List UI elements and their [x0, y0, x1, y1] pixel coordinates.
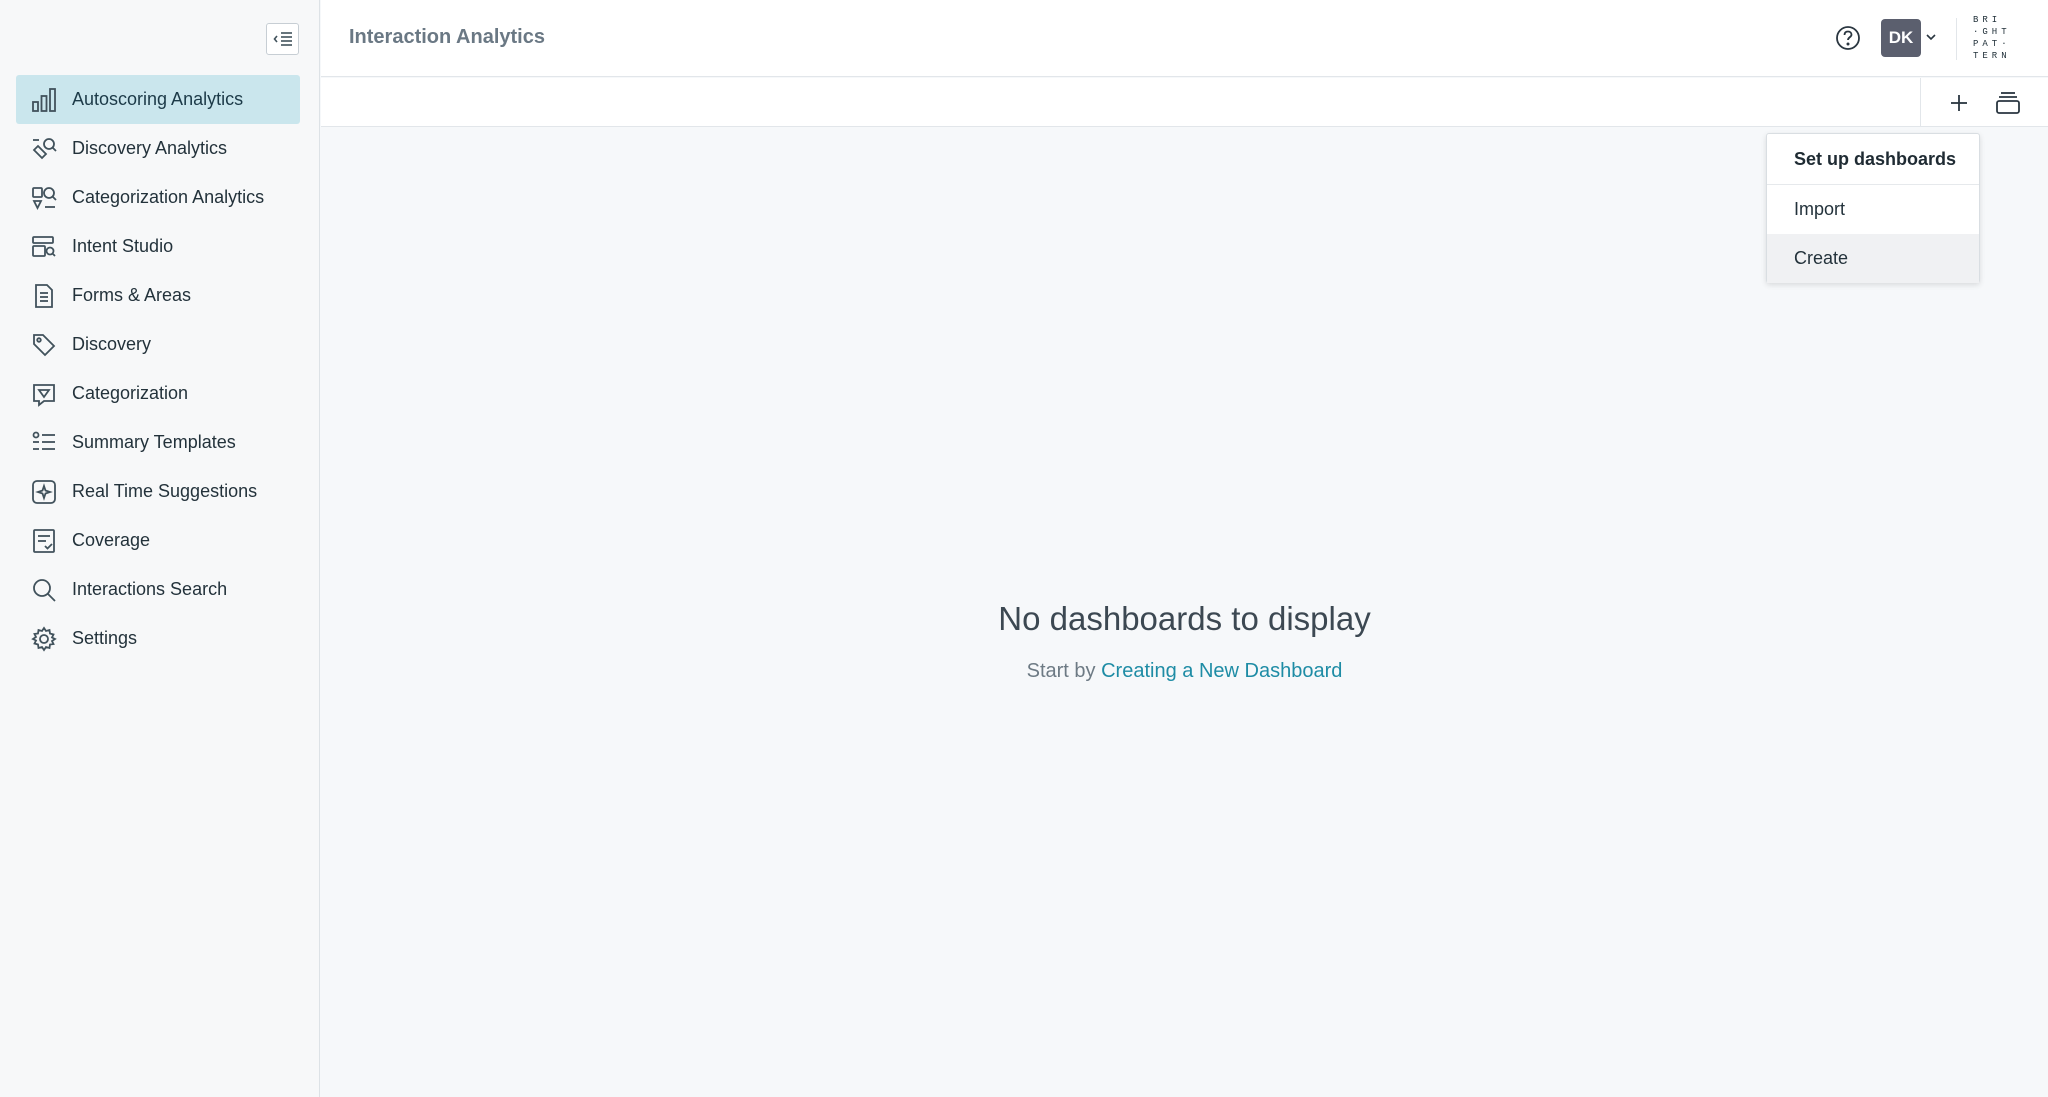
sidebar-item-label: Interactions Search [72, 579, 228, 599]
toolbar-divider [1920, 78, 1921, 127]
intent-studio-icon [30, 233, 58, 261]
sidebar-item-label: Categorization Analytics [72, 187, 265, 207]
menu-item-create[interactable]: Create [1767, 234, 1979, 283]
tag-icon [30, 331, 58, 359]
top-header: Interaction Analytics DK BRI ·GHT PAT· T… [321, 0, 2048, 77]
sidebar-item-label: Forms & Areas [72, 285, 192, 305]
empty-state-title: No dashboards to display [998, 600, 1371, 637]
brand-logo-line: BRI [1973, 15, 2002, 25]
sidebar-item-forms-areas[interactable]: Forms & Areas [16, 271, 300, 320]
sidebar-item-summary-templates[interactable]: Summary Templates [16, 418, 300, 467]
coverage-icon [30, 527, 58, 555]
sidebar-nav: Autoscoring Analytics Discovery Analytic… [16, 75, 300, 663]
brand-logo-line: ·GHT [1973, 27, 2011, 37]
gear-icon [30, 625, 58, 653]
sidebar-item-label: Coverage [72, 530, 151, 550]
create-dashboard-link[interactable]: Creating a New Dashboard [1101, 660, 1342, 682]
avatar[interactable]: DK [1881, 19, 1921, 57]
sidebar-item-label: Settings [72, 628, 138, 648]
menu-header: Set up dashboards [1767, 134, 1979, 185]
header-divider [1956, 18, 1957, 60]
sidebar-item-discovery[interactable]: Discovery [16, 320, 300, 369]
menu-item-import[interactable]: Import [1767, 185, 1979, 234]
sidebar: Autoscoring Analytics Discovery Analytic… [0, 0, 320, 1097]
chevron-down-icon [1926, 34, 1936, 41]
empty-state: No dashboards to display Start by Creati… [321, 600, 2048, 683]
sidebar-item-label: Summary Templates [72, 432, 236, 452]
empty-state-prefix: Start by [1026, 660, 1096, 682]
sidebar-item-label: Autoscoring Analytics [72, 89, 244, 109]
help-icon [1836, 26, 1860, 50]
sidebar-item-interactions-search[interactable]: Interactions Search [16, 565, 300, 614]
collapse-sidebar-button[interactable] [266, 23, 299, 55]
setup-dashboards-menu: Set up dashboards Import Create [1766, 133, 1980, 283]
archive-icon [1996, 92, 2020, 114]
sidebar-item-settings[interactable]: Settings [16, 614, 300, 663]
help-button[interactable] [1833, 23, 1863, 53]
brand-logo-line: TERN [1973, 51, 2011, 61]
sidebar-item-label: Intent Studio [72, 236, 174, 256]
summary-list-icon [30, 429, 58, 457]
plus-icon [1951, 95, 1967, 111]
sidebar-item-label: Discovery Analytics [72, 138, 228, 158]
brand-logo: BRI ·GHT PAT· TERN [1973, 14, 2023, 62]
brand-logo-line: PAT· [1973, 39, 2011, 49]
sidebar-item-label: Discovery [72, 334, 152, 354]
page-title: Interaction Analytics [349, 26, 545, 48]
discovery-analytics-icon [30, 135, 58, 163]
avatar-menu-button[interactable] [1924, 30, 1938, 44]
sparkle-icon [30, 478, 58, 506]
empty-state-subtitle: Start by Creating a New Dashboard [321, 660, 2048, 683]
categorization-analytics-icon [30, 184, 58, 212]
sidebar-item-coverage[interactable]: Coverage [16, 516, 300, 565]
add-dashboard-button[interactable] [1944, 88, 1974, 118]
sidebar-item-real-time-suggestions[interactable]: Real Time Suggestions [16, 467, 300, 516]
sidebar-item-categorization-analytics[interactable]: Categorization Analytics [16, 173, 300, 222]
form-document-icon [30, 282, 58, 310]
sidebar-item-label: Categorization [72, 383, 189, 403]
search-icon [30, 576, 58, 604]
categorization-icon [30, 380, 58, 408]
collapse-menu-icon [272, 32, 292, 46]
sidebar-item-label: Real Time Suggestions [72, 481, 258, 501]
sidebar-item-intent-studio[interactable]: Intent Studio [16, 222, 300, 271]
sidebar-item-autoscoring-analytics[interactable]: Autoscoring Analytics [16, 75, 300, 124]
sidebar-item-discovery-analytics[interactable]: Discovery Analytics [16, 124, 300, 173]
dashboard-toolbar [321, 78, 2048, 127]
bar-chart-icon [30, 86, 58, 114]
sidebar-item-categorization[interactable]: Categorization [16, 369, 300, 418]
archive-button[interactable] [1993, 88, 2023, 118]
